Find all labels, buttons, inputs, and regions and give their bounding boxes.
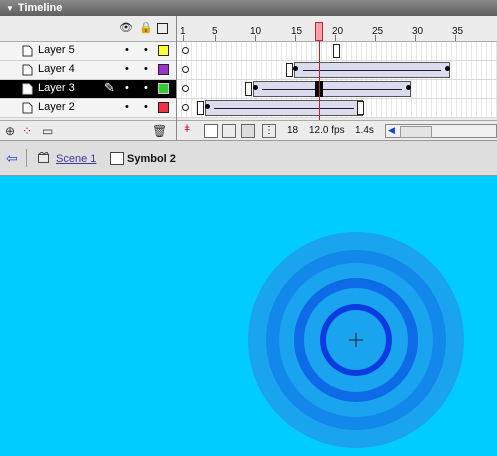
lock-dot[interactable]: • [144,44,148,56]
layer-footer: ⊕ ⁘ ▭ 🗑 [0,120,176,141]
frame-row-layer-3[interactable] [177,80,497,99]
motion-tween[interactable] [205,100,363,116]
delete-layer-icon[interactable]: 🗑 [152,125,167,137]
keyframe[interactable] [205,104,210,109]
keyframe[interactable] [253,85,258,90]
onion-skin-icon[interactable] [204,124,218,138]
scroll-left-icon[interactable]: ◀ [388,125,395,136]
insert-layer-icon[interactable]: ⊕ [5,125,15,137]
symbol-icon [110,152,124,165]
keyframe[interactable] [293,66,298,71]
panel-title: Timeline [17,2,63,14]
layer-row-3[interactable]: Layer 3 ✎ • • [0,80,176,99]
keyframe[interactable] [406,85,411,90]
layer-icon [22,45,33,57]
show-dot[interactable]: • [125,101,129,113]
frame-row-layer-2[interactable] [177,99,497,118]
frame-end[interactable] [197,101,204,115]
lock-dot[interactable]: • [144,101,148,113]
show-dot[interactable]: • [125,82,129,94]
pencil-icon: ✎ [104,80,115,95]
ruler-label: 20 [332,26,344,37]
eye-icon[interactable]: 👁 [119,22,133,34]
frame-rate: 12.0 fps [309,125,345,136]
timeline-status-bar: ǂ ⋮ 18 12.0 fps 1.4s ◀ [177,120,497,140]
outline-icon[interactable] [157,23,168,34]
keyframe[interactable] [445,66,450,71]
show-dot[interactable]: • [125,63,129,75]
edit-multiple-icon[interactable] [241,124,255,138]
scene-link[interactable]: Scene 1 [56,153,96,165]
frame-ruler[interactable]: 1 5 10 15 20 25 30 35 [177,16,497,42]
frames-area[interactable]: 1 5 10 15 20 25 30 35 ǂ ⋮ 18 12.0 fps 1.… [177,16,497,140]
layer-row-2[interactable]: Layer 2 • • [0,99,176,118]
onion-outline-icon[interactable] [222,124,236,138]
layer-color-swatch[interactable] [158,102,169,113]
onion-markers-icon[interactable]: ⋮ [262,124,276,138]
layer-color-swatch[interactable] [158,45,169,56]
frame-row-layer-4[interactable] [177,61,497,80]
playhead[interactable] [315,22,323,41]
ruler-label: 15 [291,26,303,37]
frame-row-layer-5[interactable] [177,42,497,61]
blank-keyframe[interactable] [182,66,189,73]
layer-color-swatch[interactable] [158,64,169,75]
layers-panel: 👁 🔒 Layer 5 • • Layer 4 • • Layer 3 ✎ • … [0,16,177,140]
timeline-panel: 👁 🔒 Layer 5 • • Layer 4 • • Layer 3 ✎ • … [0,16,497,141]
lock-icon[interactable]: 🔒 [139,22,153,34]
blank-keyframe[interactable] [182,47,189,54]
frame-end[interactable] [357,101,364,115]
blank-keyframe[interactable] [182,85,189,92]
layer-name: Layer 5 [38,44,75,56]
scene-icon [38,152,49,163]
triangle-down-icon[interactable]: ▼ [6,1,14,17]
layer-name: Layer 2 [38,101,75,113]
motion-tween[interactable] [253,81,411,97]
motion-tween[interactable] [294,62,450,78]
layer-row-5[interactable]: Layer 5 • • [0,42,176,61]
ruler-label: 30 [412,26,424,37]
scroll-thumb[interactable] [400,126,432,138]
frame-end[interactable] [286,63,293,77]
layer-header: 👁 🔒 [0,16,176,42]
stage[interactable] [0,176,497,453]
add-motion-guide-icon[interactable]: ⁘ [22,125,32,137]
playhead-line [319,41,320,121]
ruler-label: 25 [372,26,384,37]
current-frame: 18 [287,125,299,136]
layer-icon [22,83,33,95]
symbol-name: Symbol 2 [127,153,176,165]
layer-color-swatch[interactable] [158,83,169,94]
back-arrow-icon[interactable]: ⇦ [6,150,18,167]
show-dot[interactable]: • [125,44,129,56]
center-frame-icon[interactable]: ǂ [181,124,193,136]
lock-dot[interactable]: • [144,82,148,94]
layer-row-4[interactable]: Layer 4 • • [0,61,176,80]
layer-icon [22,64,33,76]
elapsed-time: 1.4s [355,125,374,136]
lock-dot[interactable]: • [144,63,148,75]
insert-folder-icon[interactable]: ▭ [42,125,53,137]
frame-end[interactable] [333,44,340,58]
stage-canvas [248,232,464,448]
timeline-title-bar[interactable]: ▼ Timeline [0,0,497,16]
ruler-label: 35 [452,26,464,37]
layer-icon [22,102,33,114]
frame-end[interactable] [245,82,252,96]
frames-scrollbar[interactable]: ◀ [385,124,497,138]
blank-keyframe[interactable] [182,104,189,111]
layer-name: Layer 3 [38,82,75,94]
edit-bar: ⇦ Scene 1 Symbol 2 [0,141,497,176]
layer-name: Layer 4 [38,63,75,75]
